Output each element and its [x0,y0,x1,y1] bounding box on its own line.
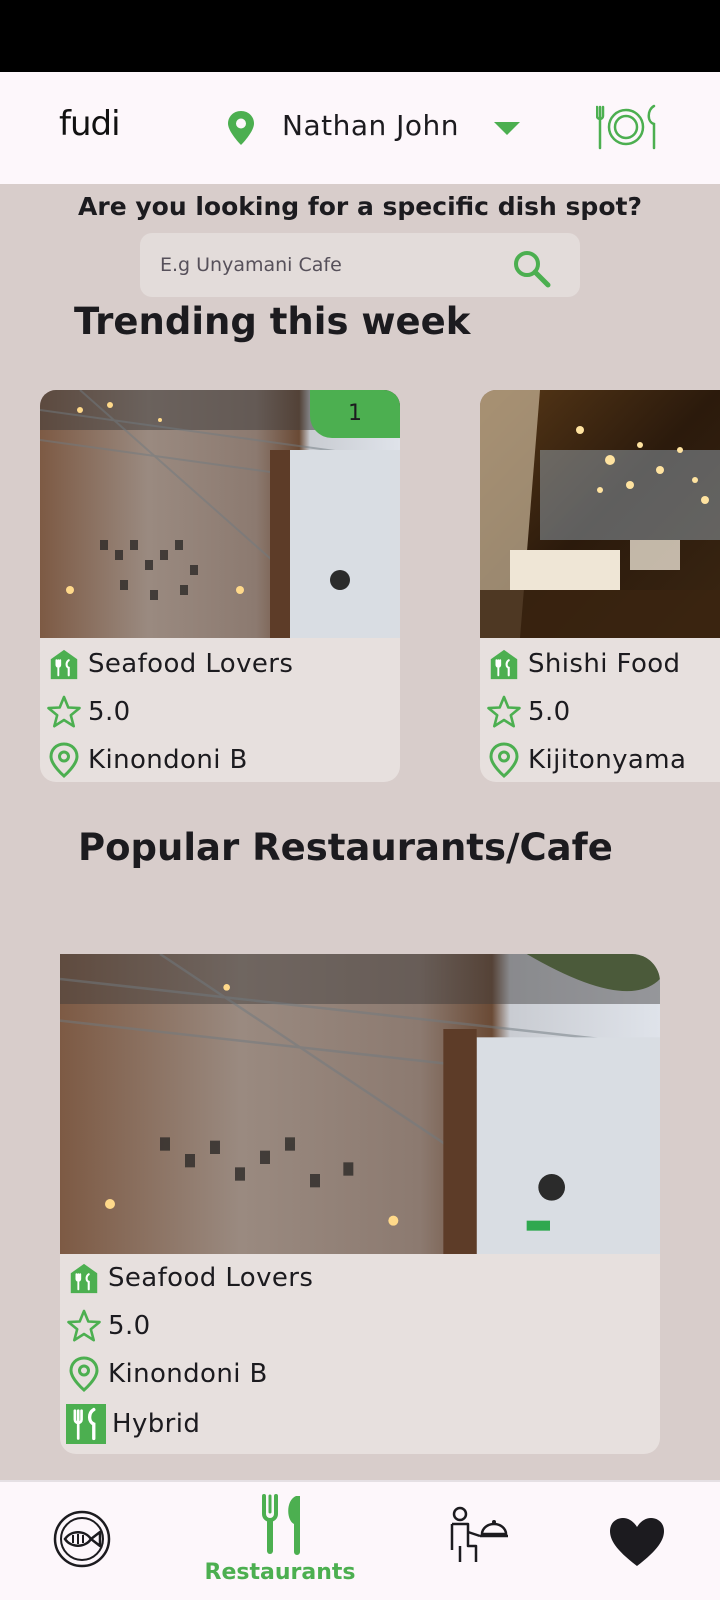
fish-dish-icon [53,1510,111,1568]
restaurant-icon [46,646,82,682]
heart-icon [610,1518,664,1566]
rating: 5.0 [88,697,131,727]
search-question: Are you looking for a specific dish spot… [78,192,642,221]
popular-card[interactable]: Seafood Lovers 5.0 Kinondoni B Hybrid [60,954,660,1454]
waiter-icon [450,1506,508,1562]
trending-card[interactable]: Shishi Food 5.0 Kijitonyama [480,390,720,782]
nav-item-restaurants[interactable]: Restaurants [200,1494,360,1600]
search-icon[interactable] [512,249,552,289]
nav-label-restaurants: Restaurants [204,1560,356,1585]
rank-badge: 1 [310,390,400,438]
restaurant-icon [486,646,522,682]
location-icon [46,742,82,778]
star-icon [486,694,522,730]
trending-card[interactable]: 1 Seafood Lovers 5.0 Kinondoni B [40,390,400,782]
restaurant-name: Seafood Lovers [108,1263,314,1293]
nav-item-favorites[interactable] [608,1516,666,1600]
restaurant-photo [60,954,660,1254]
trending-title: Trending this week [74,300,471,343]
location: Kijitonyama [528,745,687,775]
location: Kinondoni B [88,745,248,775]
user-name[interactable]: Nathan John [282,109,459,142]
restaurant-type: Hybrid [112,1409,201,1439]
utensils-icon [66,1404,106,1444]
restaurant-photo [480,390,720,638]
restaurant-icon [66,1260,102,1296]
search-box[interactable] [140,233,580,297]
location-pin-icon [228,111,254,145]
dish-cutlery-icon[interactable] [596,104,658,150]
bottom-nav: Restaurants [0,1480,720,1600]
app-logo: fudi [59,104,121,144]
rating: 5.0 [108,1311,151,1341]
fork-knife-icon [262,1494,300,1555]
star-icon [66,1308,102,1344]
nav-item-waiter[interactable] [446,1506,510,1600]
restaurant-name: Seafood Lovers [88,649,294,679]
location: Kinondoni B [108,1359,268,1389]
location-icon [486,742,522,778]
chevron-down-icon[interactable] [494,120,520,136]
nav-item-dishes[interactable] [52,1510,112,1600]
star-icon [46,694,82,730]
status-bar [0,0,720,72]
restaurant-name: Shishi Food [528,649,681,679]
search-input[interactable] [160,247,490,283]
location-icon [66,1356,102,1392]
rating: 5.0 [528,697,571,727]
popular-title: Popular Restaurants/Cafe [78,826,613,869]
